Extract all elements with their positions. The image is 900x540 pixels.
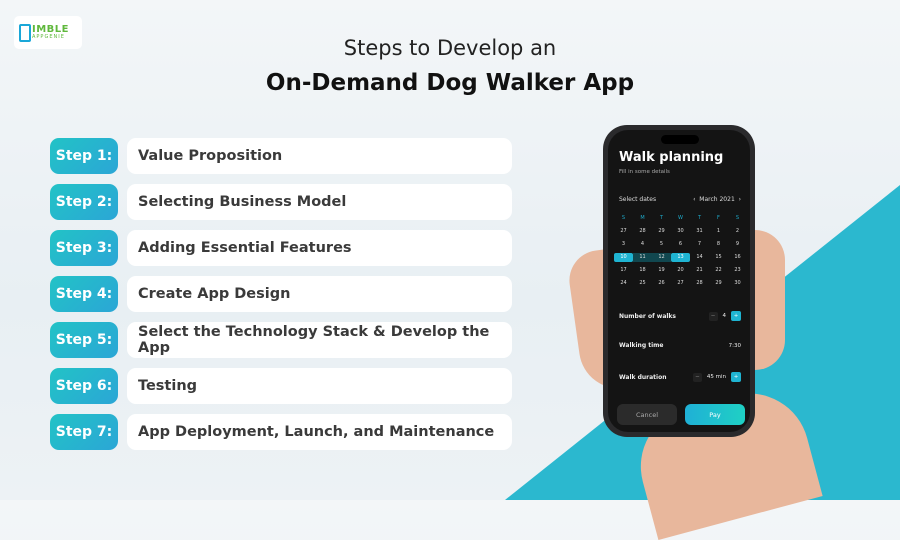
calendar-day[interactable]: 26 bbox=[652, 279, 671, 288]
walk-duration-row: Walk duration −45 min + bbox=[619, 372, 741, 382]
prev-month-icon[interactable]: ‹ bbox=[693, 196, 695, 203]
minus-button[interactable]: − bbox=[692, 372, 702, 382]
calendar-day[interactable]: 30 bbox=[728, 279, 747, 288]
calendar-day[interactable]: 23 bbox=[728, 266, 747, 275]
calendar-day[interactable]: 17 bbox=[614, 266, 633, 275]
weekday-header: W bbox=[678, 215, 683, 221]
step-text: Value Proposition bbox=[127, 138, 512, 174]
step-badge: Step 5: bbox=[50, 322, 118, 358]
step-row: Step 7: App Deployment, Launch, and Maint… bbox=[50, 414, 512, 450]
calendar-day[interactable]: 7 bbox=[690, 240, 709, 249]
calendar-day[interactable]: 12 bbox=[652, 253, 671, 262]
step-row: Step 4: Create App Design bbox=[50, 276, 512, 312]
select-dates-label: Select dates bbox=[619, 196, 657, 203]
calendar-day[interactable]: 20 bbox=[671, 266, 690, 275]
screen-subtitle: Fill in some details bbox=[619, 169, 670, 175]
calendar-day[interactable]: 3 bbox=[614, 240, 633, 249]
calendar-day[interactable]: 10 bbox=[614, 253, 633, 262]
step-badge: Step 3: bbox=[50, 230, 118, 266]
step-text: App Deployment, Launch, and Maintenance bbox=[127, 414, 512, 450]
next-month-icon[interactable]: › bbox=[739, 196, 741, 203]
weekday-header: T bbox=[697, 215, 702, 221]
minus-button[interactable]: − bbox=[708, 311, 718, 321]
step-badge: Step 1: bbox=[50, 138, 118, 174]
weekday-header: S bbox=[735, 215, 740, 221]
pay-button[interactable]: Pay bbox=[685, 404, 745, 425]
calendar-day[interactable]: 13 bbox=[671, 253, 690, 262]
step-row: Step 3: Adding Essential Features bbox=[50, 230, 512, 266]
calendar-day[interactable]: 28 bbox=[690, 279, 709, 288]
calendar-day[interactable]: 19 bbox=[652, 266, 671, 275]
calendar-day[interactable]: 6 bbox=[671, 240, 690, 249]
calendar-day[interactable]: 27 bbox=[614, 227, 633, 236]
calendar-grid: S M T W T F S 27 28 29 30 31 1 2 3 4 5 6 7 8 9 10 11 12 13 14 15 16… bbox=[614, 214, 747, 288]
calendar-day[interactable]: 25 bbox=[633, 279, 652, 288]
walking-time-value[interactable]: 7:30 bbox=[729, 343, 741, 349]
weekday-header: S bbox=[621, 215, 626, 221]
calendar-day[interactable]: 8 bbox=[709, 240, 728, 249]
step-text: Adding Essential Features bbox=[127, 230, 512, 266]
calendar-day[interactable]: 1 bbox=[709, 227, 728, 236]
dynamic-island bbox=[661, 135, 699, 144]
calendar-day[interactable]: 18 bbox=[633, 266, 652, 275]
number-of-walks-row: Number of walks −4 + bbox=[619, 311, 741, 321]
calendar-day[interactable]: 24 bbox=[614, 279, 633, 288]
calendar-day[interactable]: 30 bbox=[671, 227, 690, 236]
weekday-header: F bbox=[717, 215, 720, 221]
calendar-day[interactable]: 4 bbox=[633, 240, 652, 249]
calendar-day[interactable]: 21 bbox=[690, 266, 709, 275]
plus-button[interactable]: + bbox=[731, 372, 741, 382]
step-badge: Step 7: bbox=[50, 414, 118, 450]
step-badge: Step 6: bbox=[50, 368, 118, 404]
step-row: Step 6: Testing bbox=[50, 368, 512, 404]
step-row: Step 1: Value Proposition bbox=[50, 138, 512, 174]
calendar-day[interactable]: 11 bbox=[633, 253, 652, 262]
calendar-day[interactable]: 22 bbox=[709, 266, 728, 275]
walking-time-row: Walking time 7:30 bbox=[619, 342, 741, 349]
calendar-day[interactable]: 14 bbox=[690, 253, 709, 262]
month-label: March 2021 bbox=[699, 196, 735, 203]
step-text: Select the Technology Stack & Develop th… bbox=[127, 322, 512, 358]
calendar-day[interactable]: 31 bbox=[690, 227, 709, 236]
weekday-header: M bbox=[640, 215, 645, 221]
step-badge: Step 4: bbox=[50, 276, 118, 312]
step-row: Step 2: Selecting Business Model bbox=[50, 184, 512, 220]
cancel-button[interactable]: Cancel bbox=[617, 404, 677, 425]
calendar-day[interactable]: 27 bbox=[671, 279, 690, 288]
step-badge: Step 2: bbox=[50, 184, 118, 220]
plus-button[interactable]: + bbox=[731, 311, 741, 321]
step-text: Create App Design bbox=[127, 276, 512, 312]
step-text: Testing bbox=[127, 368, 512, 404]
step-text: Selecting Business Model bbox=[127, 184, 512, 220]
phone-screen: Walk planning Fill in some details Selec… bbox=[608, 130, 750, 432]
step-row: Step 5: Select the Technology Stack & Dev… bbox=[50, 322, 512, 358]
calendar-day[interactable]: 29 bbox=[652, 227, 671, 236]
calendar-day[interactable]: 2 bbox=[728, 227, 747, 236]
calendar-day[interactable]: 29 bbox=[709, 279, 728, 288]
month-picker: ‹ March 2021 › bbox=[693, 196, 741, 203]
calendar-day[interactable]: 15 bbox=[709, 253, 728, 262]
calendar-day[interactable]: 28 bbox=[633, 227, 652, 236]
phone-mockup: Walk planning Fill in some details Selec… bbox=[603, 125, 755, 437]
calendar-day[interactable]: 16 bbox=[728, 253, 747, 262]
calendar-day[interactable]: 5 bbox=[652, 240, 671, 249]
title-line-1: Steps to Develop an bbox=[343, 36, 557, 60]
title-line-2: On-Demand Dog Walker App bbox=[265, 70, 635, 96]
screen-title: Walk planning bbox=[619, 150, 724, 165]
weekday-header: T bbox=[659, 215, 664, 221]
calendar-day[interactable]: 9 bbox=[728, 240, 747, 249]
